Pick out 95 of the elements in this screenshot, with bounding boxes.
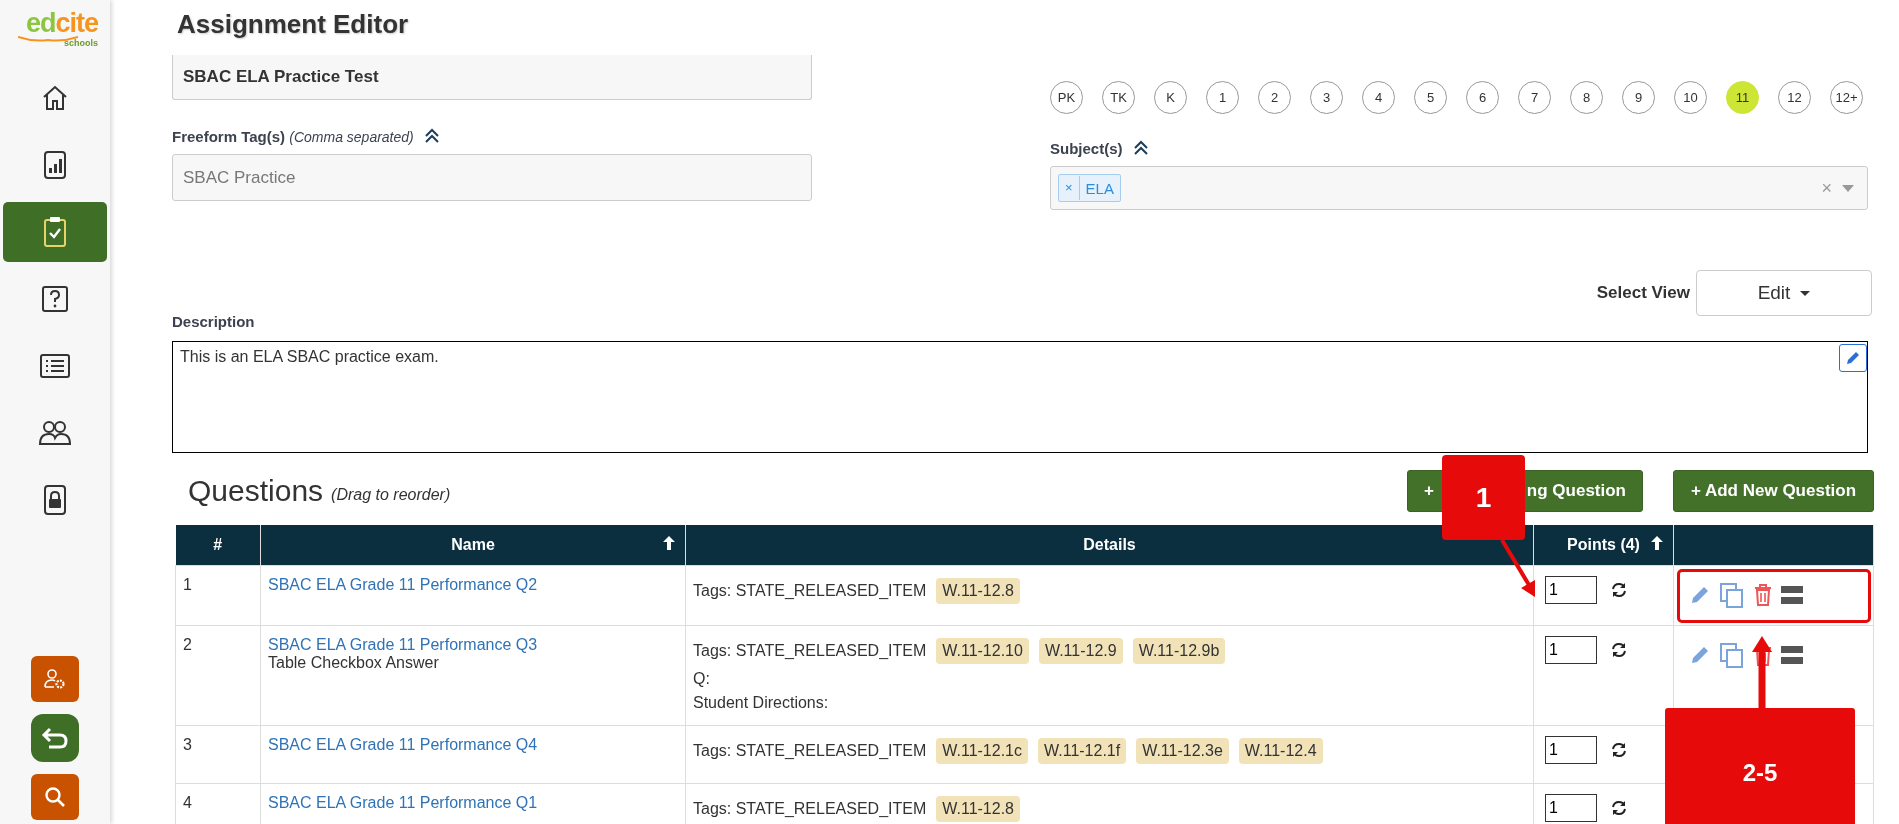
row-number: 1 [183,576,192,593]
callout-tooltip: 1 [1442,455,1525,540]
sort-arrow-icon[interactable] [1651,536,1663,550]
collapse-icon[interactable] [423,128,440,144]
detail-text: Q: [693,670,711,688]
view-dropdown[interactable]: Edit [1696,270,1872,316]
standard-tag: W.11-12.8 [936,796,1020,822]
trash-icon[interactable] [1753,584,1773,606]
sidebar-button[interactable] [31,774,79,820]
section-hint: (Drag to reorder) [331,486,451,504]
grade-option[interactable]: 12 [1778,81,1811,114]
points-field[interactable]: 1 [1545,794,1597,822]
question-link[interactable]: SBAC ELA Grade 11 Performance Q3 [268,636,678,654]
grade-option[interactable]: 8 [1570,81,1603,114]
row-number: 3 [183,736,192,753]
list-icon [40,354,70,378]
return-arrow-icon [41,726,69,750]
grade-option[interactable]: 4 [1362,81,1395,114]
field-label: Description [172,313,255,330]
tag-label: ELA [1084,179,1115,197]
drag-handle-icon[interactable] [1781,645,1803,665]
callout-arrow [1500,538,1535,597]
grade-option[interactable]: 5 [1414,81,1447,114]
title-field[interactable]: SBAC ELA Practice Test [172,55,812,100]
sidebar-button[interactable] [31,656,79,702]
page-title: Assignment Editor [177,8,410,41]
callout-tooltip: 2-5 [1665,708,1855,824]
column-header: # [175,525,261,566]
lock-icon [44,485,66,515]
points-field[interactable]: 1 [1545,736,1597,764]
standard-tag: W.11-12.1f [1038,738,1127,764]
question-type: Table Checkbox Answer [268,654,440,672]
drag-handle-icon[interactable] [1781,585,1803,605]
collapse-icon[interactable] [1132,140,1149,156]
column-header[interactable]: Name [260,525,686,566]
copy-icon[interactable] [1719,642,1745,668]
clipboard-check-icon [43,216,67,248]
sort-arrow-icon[interactable] [663,536,675,550]
grade-option[interactable]: 11 [1726,81,1759,114]
standard-tag: W.11-12.9 [1038,638,1123,664]
tags-field[interactable]: SBAC Practice [172,154,812,201]
standard-tag: W.11-12.8 [936,578,1020,604]
points-field[interactable]: 1 [1545,576,1597,604]
add-new-button[interactable]: + Add New Question [1673,470,1874,512]
description-field[interactable]: This is an ELA SBAC practice exam. [172,341,1868,453]
search-icon [44,786,66,808]
refresh-icon[interactable] [1611,582,1627,598]
refresh-icon[interactable] [1611,742,1627,758]
field-label: Subject(s) [1050,139,1123,157]
grade-option[interactable]: 6 [1466,81,1499,114]
grade-option[interactable]: K [1154,81,1187,114]
grade-option[interactable]: 12+ [1830,81,1863,114]
pencil-icon [1846,351,1860,365]
tags-text: Tags: STATE_RELEASED_ITEM [693,742,927,760]
refresh-icon[interactable] [1611,800,1627,816]
points-field[interactable]: 1 [1545,636,1597,664]
question-icon [41,285,69,313]
pencil-icon[interactable] [1689,644,1711,666]
field-label: Freeform Tag(s) (Comma separated) [172,127,414,145]
tags-text: Tags: STATE_RELEASED_ITEM [693,800,927,818]
home-icon [41,84,69,112]
grade-option[interactable]: 7 [1518,81,1551,114]
caret-icon [1800,290,1811,296]
detail-text: Student Directions: [693,694,830,712]
logo-wordmark: edcite [25,10,98,36]
standard-tag: W.11-12.10 [936,638,1029,664]
grade-option[interactable]: 3 [1310,81,1343,114]
view-label: Select View [1596,283,1690,303]
grade-option[interactable]: TK [1102,81,1135,114]
row-number: 4 [183,794,192,811]
grade-option[interactable]: 9 [1622,81,1655,114]
grade-option[interactable]: PK [1050,81,1083,114]
standard-tag: W.11-12.9b [1132,638,1226,664]
user-gear-icon [44,668,66,690]
refresh-icon[interactable] [1611,642,1627,658]
bar-chart-icon [43,150,67,180]
grade-option[interactable]: 10 [1674,81,1707,114]
row-number: 2 [183,636,192,653]
edit-button[interactable] [1839,344,1867,372]
column-header: Details [685,525,1534,566]
tags-text: Tags: STATE_RELEASED_ITEM [693,582,927,600]
copy-icon[interactable] [1719,582,1745,608]
section-title: Questions [188,474,324,508]
standard-tag: W.11-12.4 [1238,738,1323,764]
grade-option[interactable]: 2 [1258,81,1291,114]
tags-text: Tags: STATE_RELEASED_ITEM [693,642,927,660]
sidebar-button[interactable] [31,714,79,762]
column-header[interactable]: Points (4) [1533,525,1674,566]
people-icon [39,420,71,446]
grade-option[interactable]: 1 [1206,81,1239,114]
standard-tag: W.11-12.3e [1136,738,1229,764]
caret-icon[interactable] [1842,184,1854,192]
pencil-icon[interactable] [1689,584,1711,606]
standard-tag: W.11-12.1c [936,738,1028,764]
logo-tagline: schools [64,38,98,48]
